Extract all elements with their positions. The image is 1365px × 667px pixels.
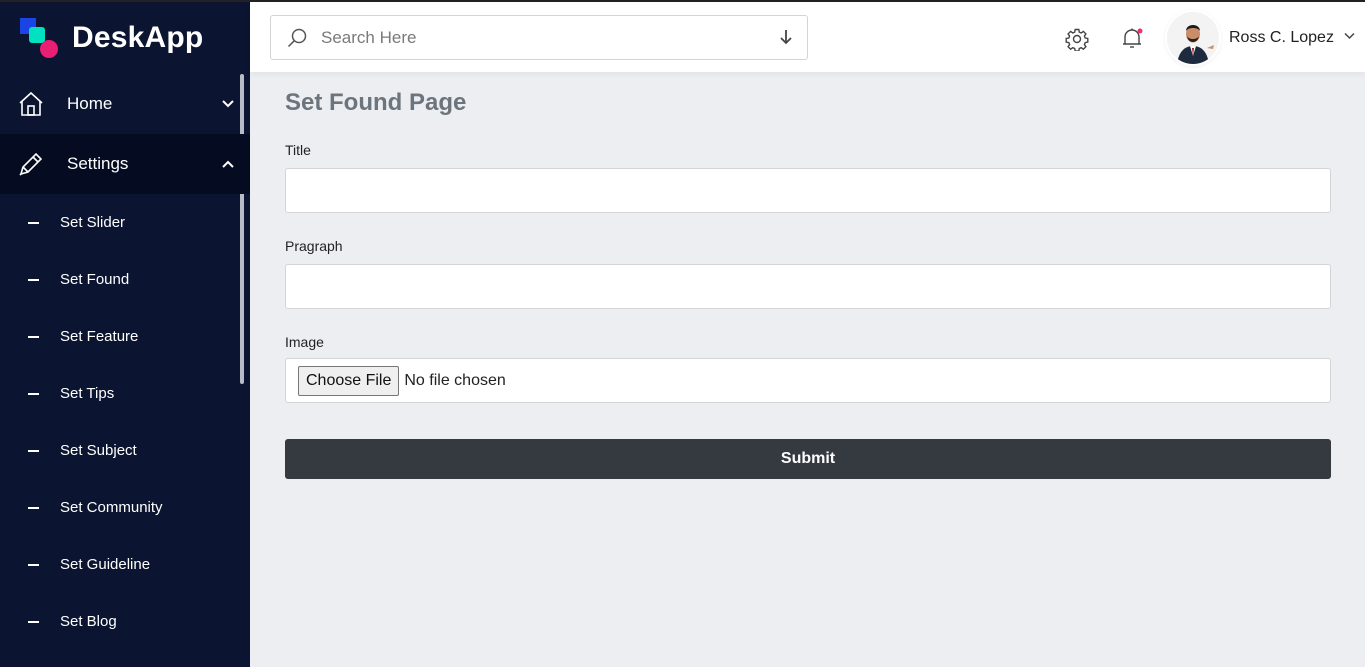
chevron-down-icon[interactable] — [1344, 32, 1355, 40]
dash-icon — [28, 278, 39, 281]
sidebar-item-settings[interactable]: Settings — [0, 134, 250, 194]
gear-icon[interactable] — [1065, 27, 1089, 51]
top-header: Ross C. Lopez — [250, 2, 1365, 72]
bell-icon[interactable] — [1120, 26, 1144, 50]
dash-icon — [28, 449, 39, 452]
arrow-down-icon[interactable] — [779, 28, 793, 46]
title-label: Title — [285, 142, 311, 158]
submenu-item-label: Set Subject — [60, 442, 137, 459]
submenu-item-label: Set Blog — [60, 613, 117, 630]
submenu-item-set-found[interactable]: Set Found — [0, 251, 250, 308]
image-file-input[interactable]: Choose File No file chosen — [285, 358, 1331, 403]
submenu-item-label: Set Found — [60, 271, 130, 288]
dash-icon — [28, 335, 39, 338]
sidebar-item-home[interactable]: Home — [0, 74, 250, 134]
pencil-icon — [19, 152, 43, 176]
submenu-item-set-tips[interactable]: Set Tips — [0, 365, 250, 422]
submenu-item-set-guideline[interactable]: Set Guideline — [0, 536, 250, 593]
image-label: Image — [285, 334, 324, 350]
chevron-up-icon — [222, 160, 234, 168]
submenu-item-label: Set Community — [60, 499, 163, 516]
submenu-item-set-blog[interactable]: Set Blog — [0, 593, 250, 650]
settings-submenu: Set Slider Set Found Set Feature Set Tip… — [0, 194, 250, 650]
submenu-item-set-slider[interactable]: Set Slider — [0, 194, 250, 251]
submenu-item-set-feature[interactable]: Set Feature — [0, 308, 250, 365]
file-status-text: No file chosen — [404, 371, 506, 389]
submenu-item-set-community[interactable]: Set Community — [0, 479, 250, 536]
choose-file-button[interactable]: Choose File — [298, 365, 400, 396]
dash-icon — [28, 392, 39, 395]
sidebar-item-label: Home — [67, 94, 113, 113]
paragraph-label: Pragraph — [285, 238, 343, 254]
paragraph-field[interactable] — [285, 264, 1331, 309]
submenu-item-label: Set Guideline — [60, 556, 151, 573]
page-title: Set Found Page — [285, 89, 467, 116]
submit-button[interactable]: Submit — [285, 439, 1331, 479]
search-input[interactable] — [321, 27, 761, 48]
dash-icon — [28, 506, 39, 509]
submenu-item-label: Set Slider — [60, 214, 126, 231]
title-field[interactable] — [285, 168, 1331, 213]
user-name[interactable]: Ross C. Lopez — [1229, 29, 1334, 47]
dash-icon — [28, 563, 39, 566]
dash-icon — [28, 620, 39, 623]
brand[interactable]: DeskApp — [0, 2, 250, 74]
brand-logo-icon — [20, 18, 60, 58]
user-photo-icon — [1167, 12, 1219, 64]
submenu-item-set-subject[interactable]: Set Subject — [0, 422, 250, 479]
search-box — [270, 15, 808, 60]
sidebar-item-label: Settings — [67, 154, 129, 173]
sidebar: DeskApp Home Settings Set Slider Set Fou… — [0, 2, 250, 667]
brand-name: DeskApp — [72, 21, 204, 54]
search-icon — [287, 28, 307, 47]
avatar[interactable] — [1167, 12, 1219, 64]
home-icon — [19, 91, 43, 116]
dash-icon — [28, 221, 39, 224]
submenu-item-label: Set Feature — [60, 328, 139, 345]
chevron-down-icon — [222, 100, 234, 108]
submenu-item-label: Set Tips — [60, 385, 115, 402]
